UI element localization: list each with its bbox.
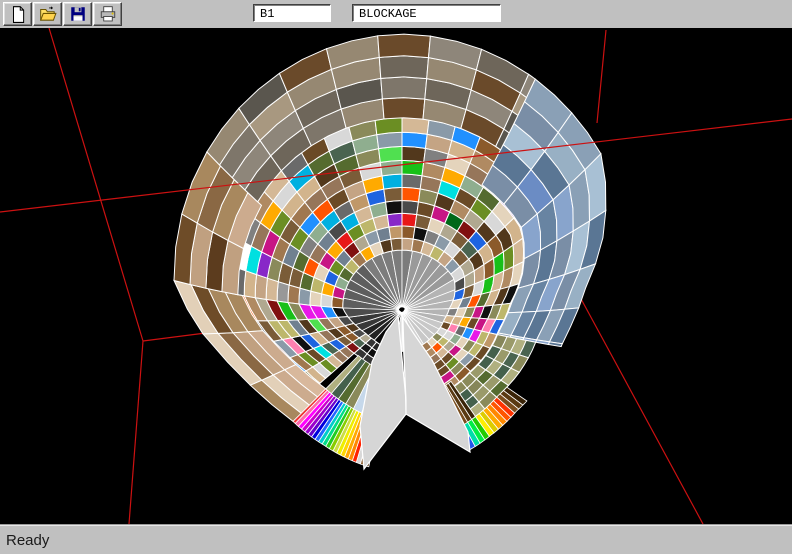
new-button[interactable]: [3, 2, 32, 26]
print-button[interactable]: [93, 2, 122, 26]
blockage-model-svg: [0, 28, 792, 524]
status-text: Ready: [0, 532, 49, 549]
save-button[interactable]: [63, 2, 92, 26]
viewport-3d[interactable]: [0, 28, 792, 524]
toolbar: [0, 0, 792, 29]
status-bar: Ready: [0, 524, 792, 554]
block-id-field[interactable]: [253, 4, 331, 22]
app-window: Ready: [0, 0, 792, 554]
open-button[interactable]: [33, 2, 62, 26]
save-icon: [69, 5, 87, 23]
print-icon: [99, 5, 117, 23]
open-folder-icon: [39, 5, 57, 23]
new-document-icon: [9, 5, 27, 23]
block-name-field[interactable]: [352, 4, 501, 22]
